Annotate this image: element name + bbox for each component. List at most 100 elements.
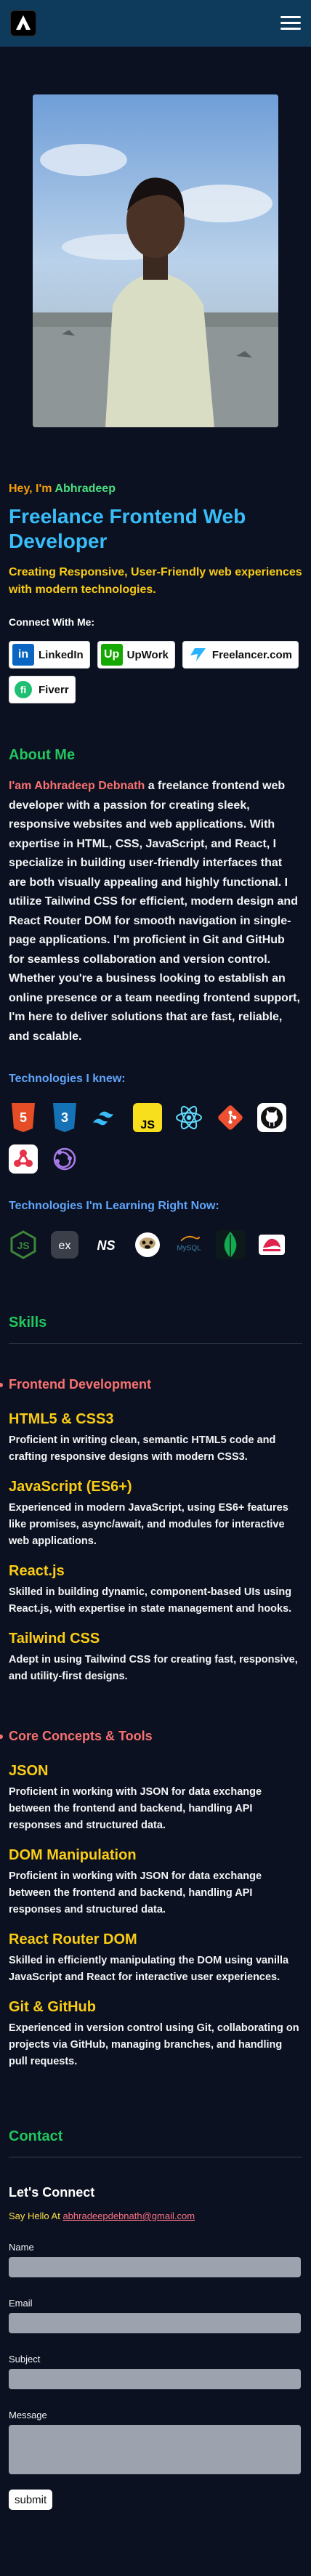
name-label: Name xyxy=(9,2242,34,2253)
portfolio-page: Hey, I'm Abhradeep Freelance Frontend We… xyxy=(0,0,311,2576)
skill-item: HTML5 & CSS3 Proficient in writing clean… xyxy=(9,1411,302,1466)
css3-icon: 3 xyxy=(50,1103,79,1132)
say-hello-line: Say Hello At abhradeepdebnath@gmail.com xyxy=(9,2210,302,2221)
logo-icon xyxy=(16,15,31,30)
hamburger-bar xyxy=(280,28,301,30)
skill-name: HTML5 & CSS3 xyxy=(9,1411,114,1427)
skill-category-core: Core Concepts & Tools xyxy=(0,1729,302,1744)
linkedin-button[interactable]: in LinkedIn xyxy=(9,641,90,669)
nodejs-icon: JS xyxy=(9,1230,38,1259)
about-heading: About Me xyxy=(9,747,76,763)
fiverr-button[interactable]: fi Fiverr xyxy=(9,676,76,703)
skill-desc: Skilled in efficiently manipulating the … xyxy=(9,1955,289,1983)
svg-text:NS: NS xyxy=(97,1238,115,1253)
skill-name: Git & GitHub xyxy=(9,1999,96,2015)
tagline: Creating Responsive, User-Friendly web e… xyxy=(9,566,302,596)
about-text: I'am Abhradeep Debnath a freelance front… xyxy=(9,777,302,1046)
subject-input[interactable] xyxy=(9,2369,301,2389)
skills-heading: Skills xyxy=(9,1315,47,1331)
tech-known-list: 5 3 JS xyxy=(9,1103,299,1174)
mysql-label: MySQL xyxy=(177,1244,201,1252)
skill-desc: Proficient in working with JSON for data… xyxy=(9,1870,262,1915)
lets-connect-heading: Let's Connect xyxy=(9,2185,95,2200)
about-body: a freelance frontend web developer with … xyxy=(9,780,300,1043)
svg-text:JS: JS xyxy=(17,1240,29,1251)
javascript-icon: JS xyxy=(133,1103,162,1132)
nextjs-icon: NS xyxy=(92,1230,121,1259)
svg-text:ex: ex xyxy=(59,1240,71,1252)
html5-icon: 5 xyxy=(9,1103,38,1132)
subject-label: Subject xyxy=(9,2354,41,2365)
tech-known-heading: Technologies I knew: xyxy=(9,1073,126,1085)
upwork-label: UpWork xyxy=(126,648,169,661)
skill-item: React.js Skilled in building dynamic, co… xyxy=(9,1563,302,1618)
message-textarea[interactable] xyxy=(9,2425,301,2474)
upwork-icon: Up xyxy=(100,644,123,666)
svg-text:JS: JS xyxy=(140,1119,155,1131)
react-icon xyxy=(174,1103,203,1132)
svg-text:3: 3 xyxy=(61,1110,68,1125)
svg-text:5: 5 xyxy=(20,1110,27,1125)
freelancer-label: Freelancer.com xyxy=(211,648,292,661)
skill-name: React.js xyxy=(9,1563,65,1579)
skills-section: Skills Frontend Development HTML5 & CSS3… xyxy=(0,1315,311,2070)
skill-desc: Proficient in writing clean, semantic HT… xyxy=(9,1434,276,1463)
skill-item: React Router DOM Skilled in efficiently … xyxy=(9,1931,302,1986)
skill-name: DOM Manipulation xyxy=(9,1847,137,1863)
skill-name: Tailwind CSS xyxy=(9,1631,100,1647)
fiverr-icon: fi xyxy=(12,679,34,700)
postman-icon xyxy=(133,1230,162,1259)
svg-text:fi: fi xyxy=(20,684,27,695)
skill-name: React Router DOM xyxy=(9,1931,137,1947)
git-icon xyxy=(216,1103,245,1132)
nestjs-icon xyxy=(257,1230,286,1259)
skills-divider xyxy=(9,1343,302,1344)
role-title: Freelance Frontend Web Developer xyxy=(9,505,246,552)
greeting-name: Abhradeep xyxy=(54,483,116,495)
fiverr-label: Fiverr xyxy=(39,683,69,696)
about-section: About Me I'am Abhradeep Debnath a freela… xyxy=(0,747,311,1259)
skill-desc: Proficient in working with JSON for data… xyxy=(9,1786,262,1831)
say-hello-text: Say Hello At xyxy=(9,2210,60,2221)
skill-category-frontend: Frontend Development xyxy=(0,1377,302,1392)
about-intro-name: I'am Abhradeep Debnath xyxy=(9,780,145,792)
email-input[interactable] xyxy=(9,2313,301,2333)
mongodb-icon xyxy=(216,1230,245,1259)
skill-item: JSON Proficient in working with JSON for… xyxy=(9,1763,302,1834)
hero-section: Hey, I'm Abhradeep Freelance Frontend We… xyxy=(0,47,311,703)
tailwind-icon xyxy=(92,1103,121,1132)
hamburger-icon xyxy=(280,16,301,18)
name-field-group: Name xyxy=(9,2242,302,2277)
linkedin-icon: in xyxy=(12,644,34,666)
contact-section: Contact Let's Connect Say Hello At abhra… xyxy=(0,2128,311,2510)
subject-field-group: Subject xyxy=(9,2354,302,2389)
skill-item: Tailwind CSS Adept in using Tailwind CSS… xyxy=(9,1631,302,1685)
github-icon xyxy=(257,1103,286,1132)
redux-toolkit-icon xyxy=(50,1144,79,1174)
upwork-button[interactable]: Up UpWork xyxy=(97,641,175,669)
name-input[interactable] xyxy=(9,2257,301,2277)
skill-desc: Adept in using Tailwind CSS for creating… xyxy=(9,1654,298,1682)
top-navbar xyxy=(0,0,311,47)
email-field-group: Email xyxy=(9,2298,302,2333)
skill-item: JavaScript (ES6+) Experienced in modern … xyxy=(9,1479,302,1550)
message-label: Message xyxy=(9,2410,47,2420)
hamburger-menu-button[interactable] xyxy=(280,16,301,30)
skill-desc: Experienced in modern JavaScript, using … xyxy=(9,1502,288,1547)
submit-button[interactable]: submit xyxy=(9,2490,53,2510)
mysql-icon: MySQL xyxy=(174,1230,203,1259)
contact-heading: Contact xyxy=(9,2128,63,2144)
freelancer-icon xyxy=(185,644,208,666)
greeting: Hey, I'm Abhradeep xyxy=(9,483,302,496)
site-logo[interactable] xyxy=(10,9,36,36)
linkedin-label: LinkedIn xyxy=(39,648,84,661)
skill-item: Git & GitHub Experienced in version cont… xyxy=(9,1999,302,2070)
message-field-group: Message xyxy=(9,2410,302,2478)
email-link[interactable]: abhradeepdebnath@gmail.com xyxy=(62,2210,195,2221)
freelancer-button[interactable]: Freelancer.com xyxy=(182,641,299,669)
skill-desc: Experienced in version control using Git… xyxy=(9,2022,299,2067)
skill-name: JSON xyxy=(9,1763,49,1779)
greeting-prefix: Hey, I'm xyxy=(9,483,52,495)
redux-icon xyxy=(9,1144,38,1174)
skill-item: DOM Manipulation Proficient in working w… xyxy=(9,1847,302,1918)
